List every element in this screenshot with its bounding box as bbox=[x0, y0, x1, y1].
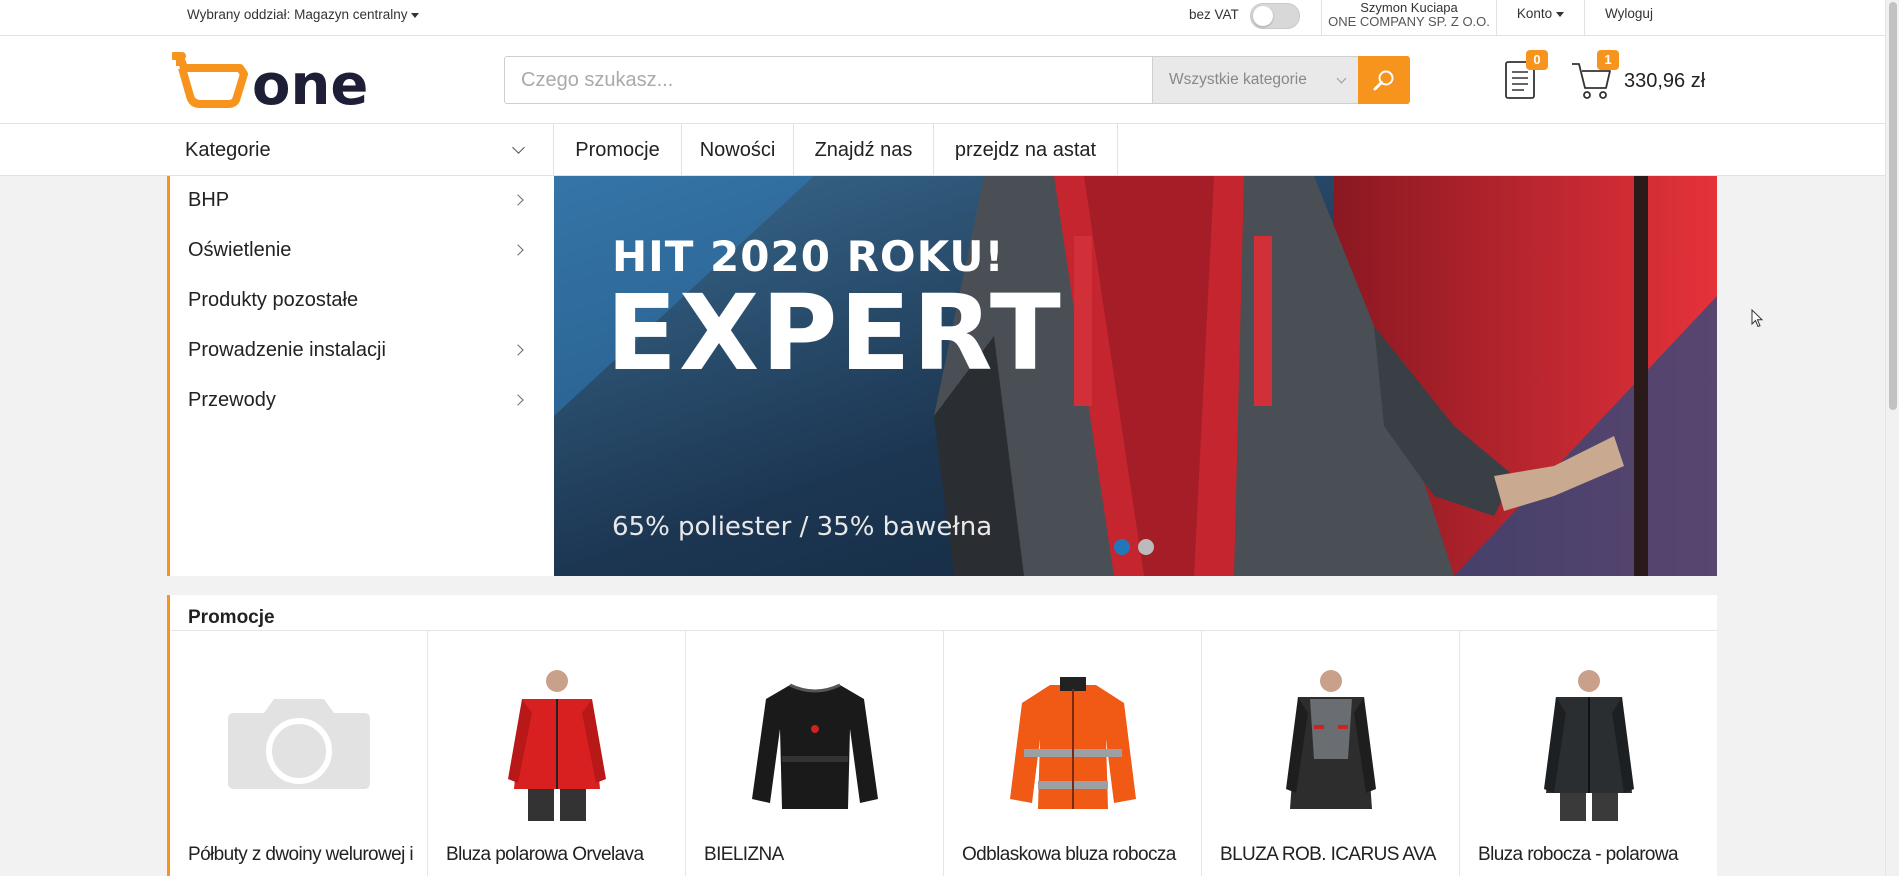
search-input[interactable] bbox=[504, 56, 1152, 104]
cart-count-badge: 1 bbox=[1597, 50, 1619, 70]
black-thermal-shirt-image bbox=[752, 683, 878, 809]
product-name[interactable]: Półbuty z dwoiny welurowej i bbox=[188, 844, 418, 866]
vat-label: bez VAT bbox=[1189, 7, 1239, 22]
scrollbar-thumb[interactable] bbox=[1889, 2, 1897, 410]
caret-down-icon bbox=[1556, 11, 1565, 17]
search-bar: Wszystkie kategorie bbox=[504, 56, 1410, 104]
product-name[interactable]: Odblaskowa bluza robocza bbox=[962, 844, 1192, 866]
account-label: Konto bbox=[1516, 6, 1553, 21]
sidebar-item-label: Oświetlenie bbox=[188, 239, 292, 261]
sidebar-item-label: BHP bbox=[188, 189, 230, 211]
caret-down-icon bbox=[411, 12, 420, 18]
user-info: Szymon Kuciapa ONE COMPANY SP. Z O.O. bbox=[1321, 0, 1497, 36]
dark-fleece-jacket-image bbox=[1544, 670, 1634, 821]
product-name[interactable]: Bluza robocza - polarowa bbox=[1478, 844, 1708, 866]
banner-composition: 65% poliester / 35% bawełna bbox=[612, 512, 993, 542]
banner-title: EXPERT bbox=[606, 272, 1063, 394]
branch-label: Wybrany oddział: Magazyn centralny bbox=[187, 7, 408, 22]
company-name: ONE COMPANY SP. Z O.O. bbox=[1328, 14, 1490, 29]
chevron-down-icon bbox=[512, 141, 525, 154]
categories-dropdown[interactable]: Kategorie bbox=[168, 124, 554, 176]
search-icon bbox=[1373, 70, 1394, 91]
product-card[interactable]: Półbuty z dwoiny welurowej i bbox=[170, 631, 428, 876]
carousel-dot-2[interactable] bbox=[1138, 539, 1154, 555]
cart-total[interactable]: 330,96 zł bbox=[1624, 70, 1705, 93]
logo[interactable]: one bbox=[170, 52, 412, 118]
section-title: Promocje bbox=[188, 607, 275, 628]
categories-label: Kategorie bbox=[185, 139, 271, 161]
chevron-right-icon bbox=[512, 244, 524, 256]
branch-selector[interactable]: Wybrany oddział: Magazyn centralny bbox=[187, 7, 420, 22]
nav-promocje[interactable]: Promocje bbox=[554, 124, 682, 176]
user-name: Szymon Kuciapa bbox=[1360, 0, 1458, 15]
sidebar-item-label: Produkty pozostałe bbox=[188, 289, 359, 311]
document-count-badge: 0 bbox=[1526, 50, 1548, 70]
camera-placeholder-icon bbox=[228, 699, 370, 789]
nav-znajdz-nas[interactable]: Znajdź nas bbox=[794, 124, 934, 176]
vat-toggle[interactable] bbox=[1250, 3, 1300, 29]
sidebar-item-produkty-pozostale[interactable]: Produkty pozostałe bbox=[188, 280, 528, 320]
product-card[interactable]: Bluza robocza - polarowa bbox=[1460, 631, 1718, 876]
chevron-down-icon bbox=[1336, 73, 1347, 84]
product-card[interactable]: BLUZA ROB. ICARUS AVA bbox=[1202, 631, 1460, 876]
logo-graphic: one bbox=[170, 52, 368, 118]
hero-banner[interactable]: HIT 2020 ROKU! EXPERT 65% poliester / 35… bbox=[554, 176, 1717, 576]
orange-reflective-fleece-image bbox=[1010, 677, 1136, 809]
category-select-label: Wszystkie kategorie bbox=[1169, 71, 1307, 88]
sidebar-item-prowadzenie-instalacji[interactable]: Prowadzenie instalacji bbox=[188, 330, 528, 370]
mouse-cursor-icon bbox=[1751, 309, 1764, 328]
product-card[interactable]: Bluza polarowa Orvelava bbox=[428, 631, 686, 876]
product-name[interactable]: Bluza polarowa Orvelava bbox=[446, 844, 676, 866]
page-scrollbar[interactable] bbox=[1885, 0, 1899, 876]
sidebar-item-oswietlenie[interactable]: Oświetlenie bbox=[188, 230, 528, 270]
sidebar-item-label: Prowadzenie instalacji bbox=[188, 339, 386, 361]
toggle-knob bbox=[1253, 6, 1273, 26]
account-menu[interactable]: Konto bbox=[1497, 0, 1585, 36]
nav-nowosci[interactable]: Nowości bbox=[682, 124, 794, 176]
carousel-dot-1[interactable] bbox=[1114, 539, 1130, 555]
chevron-right-icon bbox=[512, 394, 524, 406]
sidebar-item-bhp[interactable]: BHP bbox=[188, 180, 528, 220]
sidebar-item-label: Przewody bbox=[188, 389, 276, 411]
promotions-section: Promocje Półbuty z dwoiny welurowej i Bl… bbox=[167, 595, 1717, 876]
chevron-right-icon bbox=[512, 194, 524, 206]
category-sidebar: BHP Oświetlenie Produkty pozostałe Prowa… bbox=[167, 176, 554, 576]
product-name[interactable]: BLUZA ROB. ICARUS AVA bbox=[1220, 844, 1450, 866]
search-button[interactable] bbox=[1358, 56, 1410, 104]
nav-astat[interactable]: przejdz na astat bbox=[934, 124, 1118, 176]
product-card[interactable]: BIELIZNA bbox=[686, 631, 944, 876]
grey-work-jacket-image bbox=[1286, 670, 1376, 809]
category-select[interactable]: Wszystkie kategorie bbox=[1152, 56, 1362, 104]
logout-link[interactable]: Wyloguj bbox=[1585, 0, 1673, 36]
logo-text: one bbox=[252, 53, 368, 112]
product-card[interactable]: Odblaskowa bluza robocza bbox=[944, 631, 1202, 876]
main-nav: Kategorie Promocje Nowości Znajdź nas pr… bbox=[0, 124, 1899, 176]
top-bar: Wybrany oddział: Magazyn centralny bez V… bbox=[0, 0, 1899, 36]
product-name[interactable]: BIELIZNA bbox=[704, 844, 934, 866]
chevron-right-icon bbox=[512, 344, 524, 356]
sidebar-item-przewody[interactable]: Przewody bbox=[188, 380, 528, 420]
red-softshell-jacket-image bbox=[508, 670, 606, 821]
header: one Wszystkie kategorie 0 1 330,96 zł bbox=[0, 36, 1899, 124]
